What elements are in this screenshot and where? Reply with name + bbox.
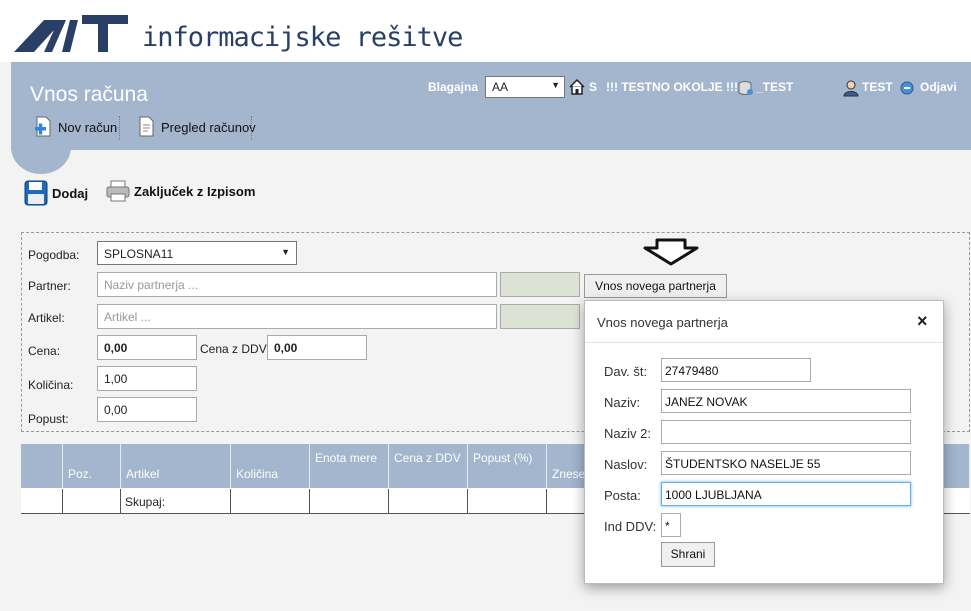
floppy-disk-icon <box>24 180 48 206</box>
new-partner-button[interactable]: Vnos novega partnerja <box>584 274 727 298</box>
home-icon[interactable] <box>568 78 586 99</box>
table-header-cell: Poz. <box>63 444 121 488</box>
partner-label: Partner: <box>28 279 71 293</box>
table-cell <box>21 489 63 514</box>
table-cell <box>389 489 468 514</box>
partner-input[interactable]: Naziv partnerja ... <box>97 272 497 297</box>
cena-ddv-input[interactable]: 0,00 <box>267 335 367 360</box>
address-input[interactable]: ŠTUDENTSKO NASELJE 55 <box>661 451 911 475</box>
nav-new-invoice-label: Nov račun <box>58 119 118 135</box>
pogodba-value: SPLOSNA11 <box>104 247 174 261</box>
document-list-icon <box>139 116 154 137</box>
artikel-label: Artikel: <box>28 311 65 325</box>
logout-link[interactable]: Odjavi <box>920 80 957 94</box>
popust-input[interactable]: 0,00 <box>97 397 197 422</box>
nav-invoice-list[interactable]: Pregled računov <box>137 116 256 138</box>
table-cell <box>231 489 310 514</box>
nav-divider <box>119 116 120 140</box>
page-title: Vnos računa <box>30 83 148 106</box>
vat-indicator-label: Ind DDV: <box>604 519 657 534</box>
add-button[interactable]: Dodaj <box>24 180 88 206</box>
table-header-cell: Enota mere <box>310 444 389 488</box>
blagajna-label: Blagajna <box>428 80 479 94</box>
vat-indicator-input[interactable]: * <box>661 513 681 537</box>
logo-bar: informacijske rešitve <box>0 0 971 62</box>
popust-label: Popust: <box>28 412 69 426</box>
company-logo <box>14 15 128 52</box>
save-button[interactable]: Shrani <box>661 542 715 567</box>
cena-ddv-label: Cena z DDV: <box>200 342 270 356</box>
tax-number-input[interactable]: 27479480 <box>661 358 811 382</box>
name2-input[interactable] <box>661 420 911 444</box>
table-cell <box>63 489 121 514</box>
cena-input[interactable]: 0,00 <box>97 335 197 360</box>
table-header-cell: Artikel <box>121 444 231 488</box>
name-label: Naziv: <box>604 395 641 410</box>
table-header-cell <box>21 444 63 488</box>
arrow-down-icon <box>643 238 699 266</box>
post-label: Posta: <box>604 488 641 503</box>
table-header-cell: Popust (%) <box>468 444 547 488</box>
blagajna-select[interactable]: AA ▼ <box>485 76 565 98</box>
close-with-print-button[interactable]: Zaključek z Izpisom <box>106 180 255 202</box>
user-icon <box>842 79 860 100</box>
artikel-input[interactable]: Artikel ... <box>97 304 497 329</box>
chevron-down-icon: ▼ <box>281 247 290 257</box>
database-label: _TEST <box>756 80 794 94</box>
user-label[interactable]: TEST <box>862 80 893 94</box>
dialog-title: Vnos novega partnerja <box>597 315 728 330</box>
cena-label: Cena: <box>28 344 61 358</box>
add-button-label: Dodaj <box>52 185 89 201</box>
close-icon[interactable]: × <box>917 311 928 332</box>
chevron-down-icon: ▼ <box>551 80 560 90</box>
name-input[interactable]: JANEZ NOVAK <box>661 389 911 413</box>
kolicina-label: Količina: <box>28 378 74 392</box>
table-cell <box>468 489 547 514</box>
nav-new-invoice[interactable]: Nov račun <box>34 116 117 138</box>
printer-icon <box>106 180 130 202</box>
environment-label: !!! TESTNO OKOLJE !!! <box>606 80 738 94</box>
logout-icon[interactable] <box>899 80 915 99</box>
nav-divider <box>251 116 252 140</box>
sum-label: Skupaj: <box>121 489 231 514</box>
logo-text: informacijske rešitve <box>142 22 463 53</box>
address-label: Naslov: <box>604 457 648 472</box>
post-input[interactable]: 1000 LJUBLJANA <box>661 482 911 506</box>
new-document-icon <box>35 116 51 137</box>
blagajna-value: AA <box>492 80 509 94</box>
table-cell <box>310 489 389 514</box>
new-partner-dialog: Vnos novega partnerja × Dav. št: 2747948… <box>584 300 944 584</box>
table-header-cell: Cena z DDV <box>389 444 468 488</box>
pogodba-select[interactable]: SPLOSNA11 ▼ <box>97 241 297 265</box>
close-with-print-label: Zaključek z Izpisom <box>134 183 256 199</box>
pogodba-label: Pogodba: <box>28 248 80 262</box>
table-header-cell: Količina <box>231 444 310 488</box>
home-label[interactable]: S <box>589 80 597 94</box>
tax-number-label: Dav. št: <box>604 364 648 379</box>
kolicina-input[interactable]: 1,00 <box>97 366 197 391</box>
name2-label: Naziv 2: <box>604 426 651 441</box>
partner-code-field <box>500 272 580 297</box>
database-icon <box>738 80 754 99</box>
artikel-code-field <box>500 304 580 329</box>
nav-invoice-list-label: Pregled računov <box>161 119 256 135</box>
